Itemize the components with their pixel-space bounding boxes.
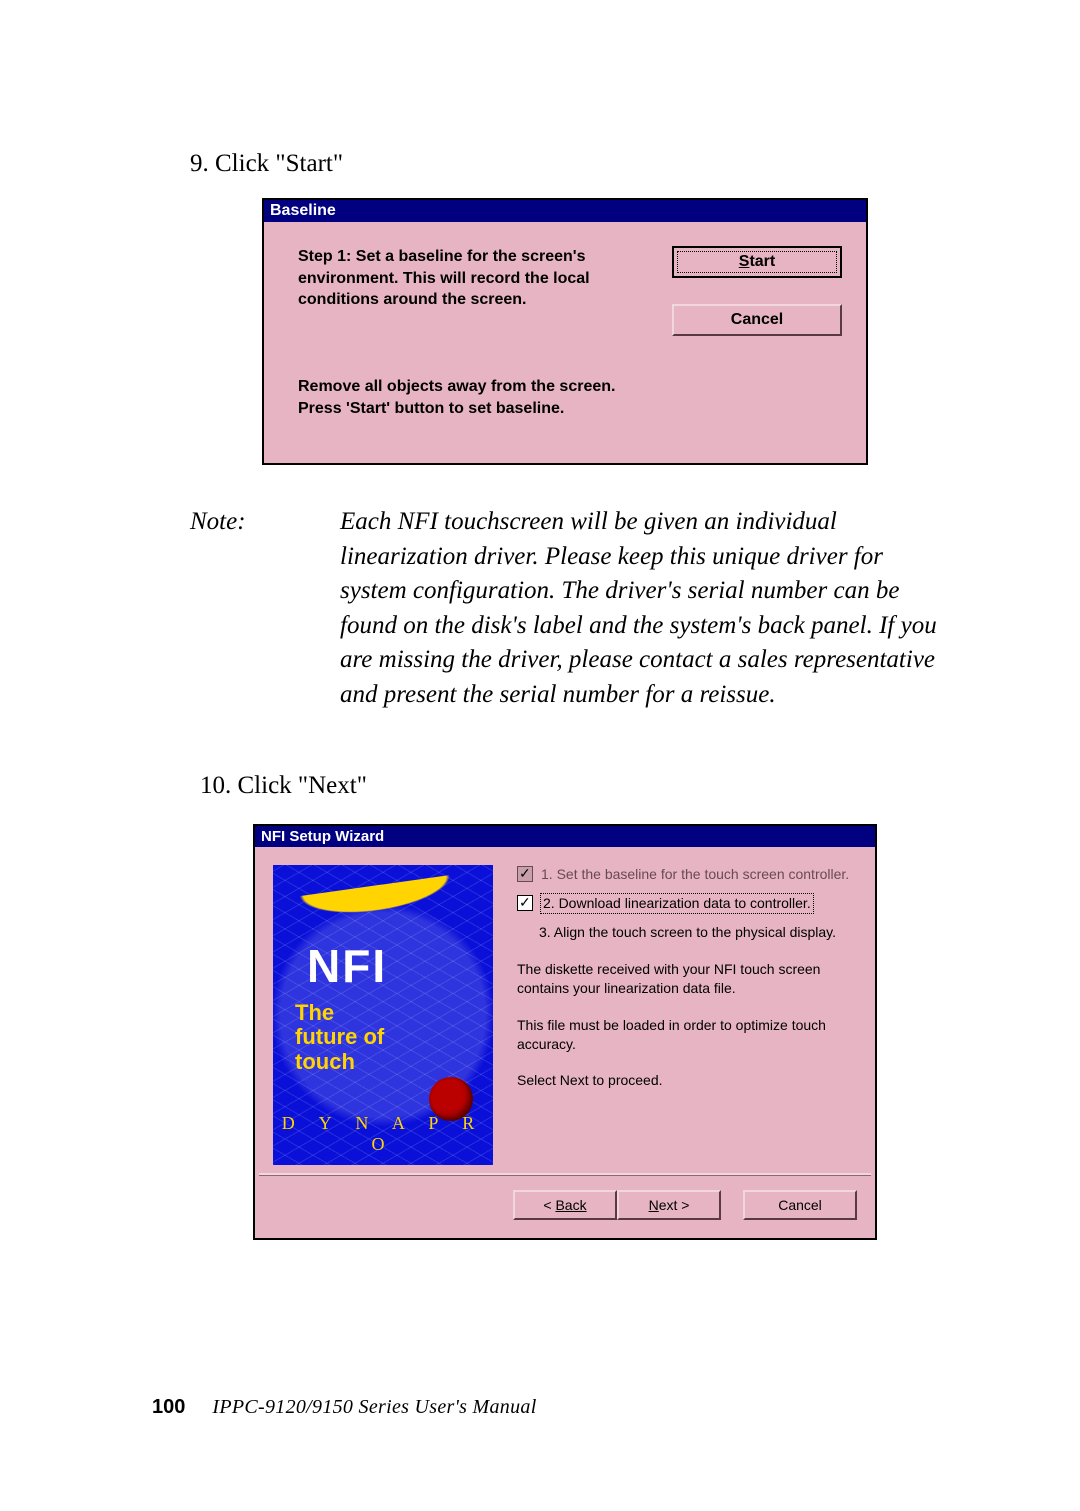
wizard-titlebar: NFI Setup Wizard	[255, 826, 875, 847]
wizard-paragraph-3: Select Next to proceed.	[517, 1071, 857, 1090]
dynapro-brand-text: D Y N A P R O	[273, 1113, 493, 1155]
nfi-logo-text: NFI	[307, 945, 387, 989]
page-footer: 100 IPPC-9120/9150 Series User's Manual	[152, 1396, 537, 1419]
baseline-step-text: Step 1: Set a baseline for the screen's …	[298, 246, 672, 336]
wizard-cancel-button[interactable]: Cancel	[743, 1190, 857, 1220]
note-block: Note: Each NFI touchscreen will be given…	[190, 505, 940, 712]
baseline-note: Remove all objects away from the screen.…	[264, 346, 866, 463]
wizard-step-1-checkbox	[517, 866, 533, 882]
wizard-step-2-checkbox	[517, 895, 533, 911]
page-number: 100	[152, 1396, 185, 1418]
next-button[interactable]: Next >	[617, 1190, 721, 1220]
nfi-logo-line2: future of	[295, 1024, 384, 1049]
wizard-paragraph-2: This file must be loaded in order to opt…	[517, 1016, 857, 1054]
wizard-step-2-text: 2. Download linearization data to contro…	[541, 894, 813, 913]
baseline-note-line2: Press 'Start' button to set baseline.	[298, 398, 842, 420]
baseline-titlebar: Baseline	[264, 200, 866, 222]
wizard-paragraph-1: The diskette received with your NFI touc…	[517, 960, 857, 998]
nfi-wizard-dialog: NFI Setup Wizard NFI The future of touch…	[253, 824, 877, 1240]
note-text: Each NFI touchscreen will be given an in…	[340, 505, 940, 712]
baseline-dialog: Baseline Step 1: Set a baseline for the …	[262, 198, 868, 465]
start-button[interactable]: Start	[672, 246, 842, 278]
baseline-note-line1: Remove all objects away from the screen.	[298, 376, 842, 398]
nfi-logo-image: NFI The future of touch D Y N A P R O	[273, 865, 493, 1165]
cancel-button[interactable]: Cancel	[672, 304, 842, 336]
nfi-logo-line1: The	[295, 1000, 334, 1025]
manual-title: IPPC-9120/9150 Series User's Manual	[212, 1396, 536, 1418]
note-label: Note:	[190, 505, 340, 712]
wizard-step-1-text: 1. Set the baseline for the touch screen…	[541, 865, 849, 884]
step-9-instruction: 9. Click "Start"	[190, 150, 940, 178]
nfi-logo-line3: touch	[295, 1049, 355, 1074]
wizard-step-3: 3. Align the touch screen to the physica…	[517, 923, 857, 942]
wizard-step-2: 2. Download linearization data to contro…	[517, 894, 857, 913]
wizard-step-3-text: 3. Align the touch screen to the physica…	[539, 923, 836, 942]
back-button[interactable]: < Back	[513, 1190, 617, 1220]
wizard-step-1: 1. Set the baseline for the touch screen…	[517, 865, 857, 884]
step-10-instruction: 10. Click "Next"	[200, 772, 940, 800]
